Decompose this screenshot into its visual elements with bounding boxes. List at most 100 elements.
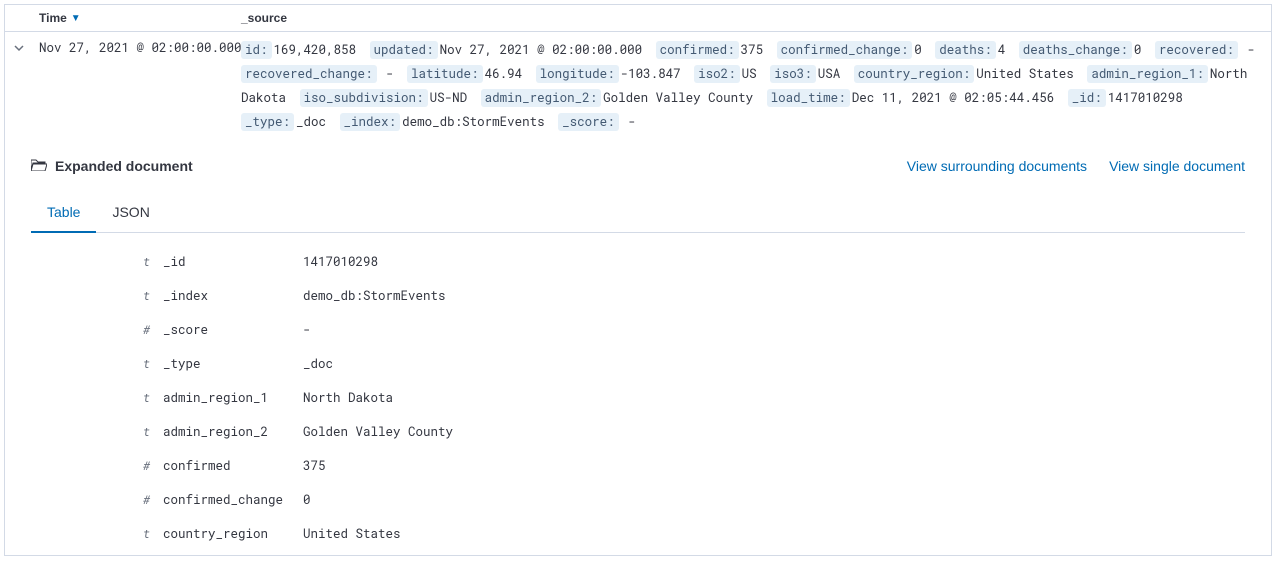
field-type-icon: t — [143, 526, 163, 542]
source-field-key: load_time: — [767, 89, 850, 107]
time-column-label: Time — [39, 11, 67, 25]
field-type-icon: t — [143, 390, 163, 406]
field-row: tcountry_regionUnited States — [143, 517, 1245, 551]
source-field-value: USA — [818, 66, 841, 82]
field-value: North Dakota — [303, 390, 393, 406]
field-row: t_indexdemo_db:StormEvents — [143, 279, 1245, 313]
source-field-value: 1417010298 — [1108, 90, 1183, 106]
field-type-icon: t — [143, 288, 163, 304]
source-field-value: 0 — [1134, 42, 1142, 58]
field-value: 0 — [303, 492, 311, 508]
field-row: tadmin_region_1North Dakota — [143, 381, 1245, 415]
column-header-row: Time ▼ _source — [5, 5, 1271, 32]
field-row: t_id1417010298 — [143, 245, 1245, 279]
field-type-icon: # — [143, 492, 163, 508]
field-value: demo_db:StormEvents — [303, 288, 446, 304]
source-field-value: 46.94 — [485, 66, 523, 82]
source-field-value: 169,420,858 — [274, 42, 357, 58]
expanded-title-group: Expanded document — [31, 158, 193, 174]
time-value: Nov 27, 2021 @ 02:00:00.000 — [33, 38, 241, 56]
folder-open-icon — [31, 158, 47, 174]
field-row: #confirmed_change0 — [143, 483, 1245, 517]
source-field-key: confirmed_change: — [777, 41, 913, 59]
field-type-icon: t — [143, 254, 163, 270]
field-name: confirmed — [163, 458, 303, 474]
expanded-header: Expanded document View surrounding docum… — [31, 158, 1245, 174]
source-field-key: longitude: — [536, 65, 619, 83]
tabs: Table JSON — [31, 194, 1245, 233]
source-field-key: _index: — [340, 113, 401, 131]
document-panel: Time ▼ _source Nov 27, 2021 @ 02:00:00.0… — [4, 4, 1272, 556]
field-name: _score — [163, 322, 303, 338]
view-surrounding-link[interactable]: View surrounding documents — [907, 158, 1087, 174]
expanded-document: Expanded document View surrounding docum… — [5, 148, 1271, 555]
field-type-icon: t — [143, 356, 163, 372]
table-row: Nov 27, 2021 @ 02:00:00.000 id:169,420,8… — [5, 32, 1271, 148]
source-field-value: demo_db:StormEvents — [402, 114, 545, 130]
time-column-header[interactable]: Time ▼ — [33, 11, 241, 25]
source-field-value: - — [1240, 42, 1255, 58]
source-field-value: US-ND — [430, 90, 468, 106]
source-value: id:169,420,858 updated:Nov 27, 2021 @ 02… — [241, 38, 1271, 134]
source-column-header[interactable]: _source — [241, 11, 1271, 25]
field-type-icon: # — [143, 458, 163, 474]
source-field-key: _type: — [241, 113, 294, 131]
source-field-value: Golden Valley County — [603, 90, 753, 106]
source-field-value: Nov 27, 2021 @ 02:00:00.000 — [440, 42, 643, 58]
source-field-key: iso_subdivision: — [300, 89, 428, 107]
source-field-key: country_region: — [854, 65, 975, 83]
source-field-key: deaths: — [935, 41, 996, 59]
source-field-value: Dec 11, 2021 @ 02:05:44.456 — [852, 90, 1055, 106]
field-row: tadmin_region_2Golden Valley County — [143, 415, 1245, 449]
view-single-link[interactable]: View single document — [1109, 158, 1245, 174]
source-field-value: -103.847 — [621, 66, 681, 82]
source-field-key: _score: — [558, 113, 619, 131]
field-name: admin_region_1 — [163, 390, 303, 406]
tab-json[interactable]: JSON — [112, 194, 149, 232]
expanded-title: Expanded document — [55, 158, 193, 174]
source-field-key: admin_region_1: — [1087, 65, 1208, 83]
tab-table[interactable]: Table — [47, 194, 80, 232]
field-value: 1417010298 — [303, 254, 378, 270]
source-field-value: 4 — [998, 42, 1006, 58]
source-field-key: id: — [241, 41, 272, 59]
expanded-links: View surrounding documents View single d… — [907, 158, 1245, 174]
field-value: Golden Valley County — [303, 424, 453, 440]
source-field-key: _id: — [1068, 89, 1106, 107]
source-field-key: confirmed: — [656, 41, 739, 59]
expand-toggle-icon[interactable] — [5, 38, 33, 56]
source-field-key: deaths_change: — [1019, 41, 1132, 59]
source-field-key: iso3: — [770, 65, 816, 83]
source-field-value: US — [742, 66, 757, 82]
field-name: country_region — [163, 526, 303, 542]
field-value: 375 — [303, 458, 326, 474]
field-name: _index — [163, 288, 303, 304]
field-name: _type — [163, 356, 303, 372]
source-field-key: recovered_change: — [241, 65, 377, 83]
field-row: #confirmed375 — [143, 449, 1245, 483]
source-field-key: latitude: — [407, 65, 483, 83]
field-name: _id — [163, 254, 303, 270]
field-row: t_type_doc — [143, 347, 1245, 381]
source-field-key: recovered: — [1155, 41, 1238, 59]
field-value: - — [303, 322, 311, 338]
field-name: confirmed_change — [163, 492, 303, 508]
field-type-icon: t — [143, 424, 163, 440]
sort-descending-icon: ▼ — [71, 13, 81, 24]
source-field-key: iso2: — [694, 65, 740, 83]
source-field-key: updated: — [370, 41, 438, 59]
source-field-value: _doc — [296, 114, 326, 130]
field-value: _doc — [303, 356, 333, 372]
fields-table: t_id1417010298t_indexdemo_db:StormEvents… — [31, 233, 1245, 551]
source-field-value: - — [379, 66, 402, 82]
source-field-value: 375 — [741, 42, 764, 58]
source-field-value: - — [621, 114, 636, 130]
field-name: admin_region_2 — [163, 424, 303, 440]
source-field-value: 0 — [914, 42, 922, 58]
field-type-icon: # — [143, 322, 163, 338]
source-field-key: admin_region_2: — [481, 89, 602, 107]
field-row: #_score - — [143, 313, 1245, 347]
source-column-label: _source — [241, 11, 287, 25]
source-field-value: United States — [976, 66, 1074, 82]
field-value: United States — [303, 526, 401, 542]
